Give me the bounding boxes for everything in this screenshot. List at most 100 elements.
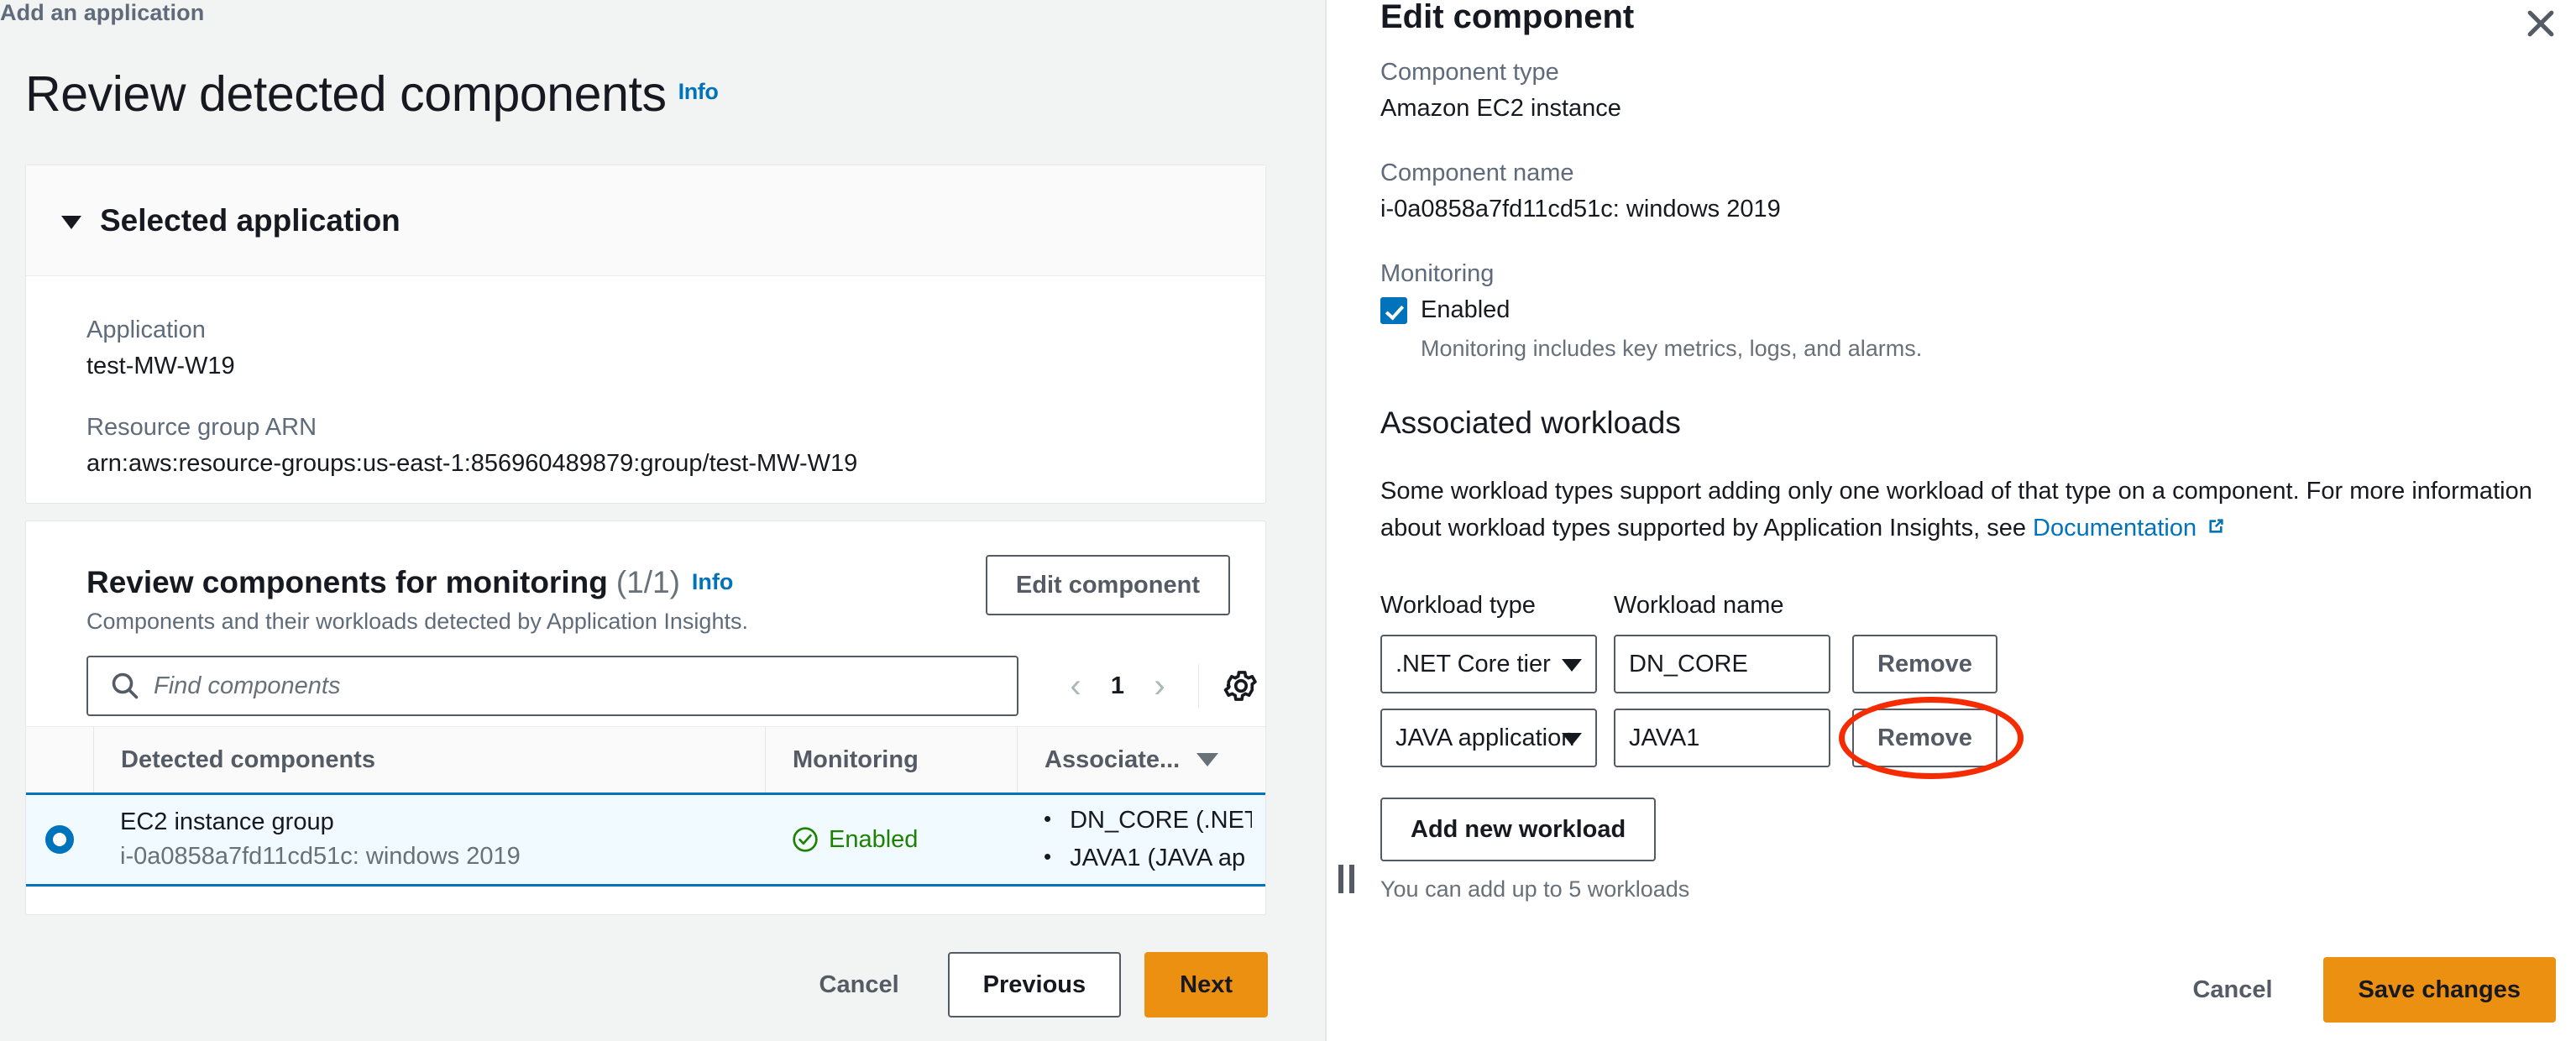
workload-name-header: Workload name [1614, 592, 1784, 620]
row-associated-workloads-cell: • DN_CORE (.NET • JAVA1 (JAVA ap [1017, 802, 1252, 877]
monitoring-block: Monitoring Enabled Monitoring includes k… [1380, 260, 2559, 362]
component-name-label: Component name [1380, 160, 1574, 186]
review-components-header: Review components for monitoring (1/1) Inf… [26, 521, 1265, 646]
next-button[interactable]: Next [1144, 952, 1268, 1017]
split-panel-divider [1325, 0, 1362, 1041]
workload-remove-wrapper: Remove [1839, 697, 2024, 780]
gear-icon [1223, 671, 1257, 701]
workload-info-text: Some workload types support adding only … [1380, 473, 2556, 547]
row-workload-item: • DN_CORE (.NET [1044, 802, 1252, 840]
row-workload-label: JAVA1 (JAVA ap [1070, 845, 1246, 871]
panel-body: Component type Amazon EC2 instance Compo… [1380, 59, 2559, 902]
workload-name-input[interactable] [1614, 635, 1830, 694]
search-input[interactable] [86, 656, 1018, 716]
drag-bar [1338, 865, 1343, 893]
cancel-button[interactable]: Cancel [794, 971, 924, 999]
workload-info-sentence: Some workload types support adding only … [1380, 478, 2532, 542]
monitoring-checkbox-row[interactable]: Enabled [1380, 296, 2559, 324]
workload-remove-wrapper: Remove [1852, 635, 1997, 694]
application-label: Application [86, 316, 206, 343]
monitoring-label: Monitoring [1380, 260, 1495, 287]
table-row[interactable]: EC2 instance group i-0a0858a7fd11cd51c: … [26, 793, 1265, 887]
search-wrapper [86, 656, 1018, 716]
remove-workload-button[interactable]: Remove [1852, 635, 1997, 694]
monitoring-description: Monitoring includes key metrics, logs, a… [1421, 336, 1923, 361]
pagination-next-button[interactable]: › [1136, 662, 1183, 709]
split-panel-drag-handle[interactable] [1338, 865, 1354, 893]
left-pane: Add an application Review detected compo… [0, 0, 1325, 1041]
table-header-row: Detected components Monitoring Associate… [26, 727, 1265, 793]
panel-footer: Cancel Save changes [2167, 957, 2556, 1023]
row-monitoring-status: Enabled [829, 825, 919, 853]
component-type-block: Component type Amazon EC2 instance [1380, 59, 2559, 123]
associated-workloads-title: Associated workloads [1380, 405, 1681, 440]
edit-component-button[interactable]: Edit component [985, 555, 1230, 615]
pagination: ‹ 1 › [1052, 662, 1261, 709]
workload-name-input[interactable] [1614, 709, 1830, 768]
bullet-icon: • [1044, 806, 1052, 832]
page-title-text: Review detected components [25, 66, 667, 122]
workload-type-select[interactable]: .NET Core tier [1380, 635, 1597, 694]
documentation-link[interactable]: Documentation [2033, 515, 2196, 541]
resource-group-arn-value: arn:aws:resource-groups:us-east-1:856960… [86, 450, 858, 477]
row-component-name: EC2 instance group [120, 808, 334, 835]
selected-application-card: Selected application Application test-MW… [25, 165, 1266, 504]
components-table: Detected components Monitoring Associate… [26, 726, 1265, 887]
external-link-icon [2205, 511, 2227, 533]
page-title: Review detected components Info [25, 65, 719, 123]
monitoring-checkbox[interactable] [1380, 296, 1407, 324]
row-monitoring-cell: Enabled [765, 826, 1017, 854]
workload-type-header: Workload type [1380, 592, 1536, 620]
workload-row: .NET Core tier Remove [1380, 635, 2559, 694]
row-workload-label: DN_CORE (.NET [1070, 807, 1252, 834]
workload-type-select[interactable]: JAVA application [1380, 709, 1597, 768]
component-type-value: Amazon EC2 instance [1380, 95, 1621, 122]
review-info-link[interactable]: Info [692, 569, 733, 594]
workload-limit-hint: You can add up to 5 workloads [1380, 876, 1690, 902]
toolbar-divider [1198, 664, 1199, 708]
remove-workload-button[interactable]: Remove [1852, 709, 1997, 768]
breadcrumb: Add an application [0, 0, 205, 25]
resource-group-arn-label: Resource group ARN [86, 414, 317, 441]
check-circle-icon [793, 827, 818, 852]
row-detected-component-cell: EC2 instance group i-0a0858a7fd11cd51c: … [93, 808, 765, 871]
row-select-cell [26, 825, 93, 854]
table-preferences-button[interactable] [1221, 666, 1261, 706]
table-header-associated-label: Associate... [1045, 745, 1181, 773]
bullet-icon: • [1044, 844, 1052, 869]
previous-button[interactable]: Previous [947, 952, 1122, 1017]
wizard-footer: Cancel Previous Next [0, 952, 1268, 1017]
add-new-workload-button[interactable]: Add new workload [1380, 798, 1657, 862]
component-name-block: Component name i-0a0858a7fd11cd51c: wind… [1380, 160, 2559, 223]
table-toolbar: ‹ 1 › [26, 646, 1265, 726]
table-header-detected-components: Detected components [93, 727, 765, 793]
panel-title: Edit component [1380, 0, 1635, 35]
page-title-info-link[interactable]: Info [678, 79, 719, 104]
chevron-down-icon [61, 215, 81, 229]
row-workload-item: • JAVA1 (JAVA ap [1044, 840, 1252, 877]
chevron-down-icon [1196, 753, 1219, 766]
row-component-instance: i-0a0858a7fd11cd51c: windows 2019 [120, 843, 521, 870]
component-type-label: Component type [1380, 59, 1559, 86]
row-radio-button[interactable] [45, 825, 74, 854]
review-components-card: Review components for monitoring (1/1) Inf… [25, 520, 1266, 915]
pagination-prev-button[interactable]: ‹ [1052, 662, 1099, 709]
monitoring-checkbox-label: Enabled [1421, 296, 1511, 323]
application-value: test-MW-W19 [86, 353, 235, 379]
selected-application-body: Application test-MW-W19 Resource group A… [26, 276, 1265, 518]
workload-row: JAVA application Remove [1380, 697, 2559, 780]
workload-type-select-wrapper: JAVA application [1380, 709, 1597, 768]
drag-bar [1349, 865, 1354, 893]
close-icon[interactable] [2522, 5, 2559, 42]
review-components-title: Review components for monitoring [86, 565, 608, 599]
save-changes-button[interactable]: Save changes [2322, 957, 2556, 1023]
selected-application-title: Selected application [100, 202, 401, 238]
component-name-value: i-0a0858a7fd11cd51c: windows 2019 [1380, 196, 1781, 222]
app-root: Add an application Review detected compo… [0, 0, 2576, 1041]
edit-component-panel: Edit component Component type Amazon EC2… [1362, 0, 2576, 1041]
pagination-page-1[interactable]: 1 [1099, 672, 1136, 700]
workload-type-select-wrapper: .NET Core tier [1380, 635, 1597, 694]
panel-cancel-button[interactable]: Cancel [2167, 976, 2297, 1004]
review-components-count: (1/1) [615, 565, 680, 599]
selected-application-header[interactable]: Selected application [26, 165, 1265, 276]
